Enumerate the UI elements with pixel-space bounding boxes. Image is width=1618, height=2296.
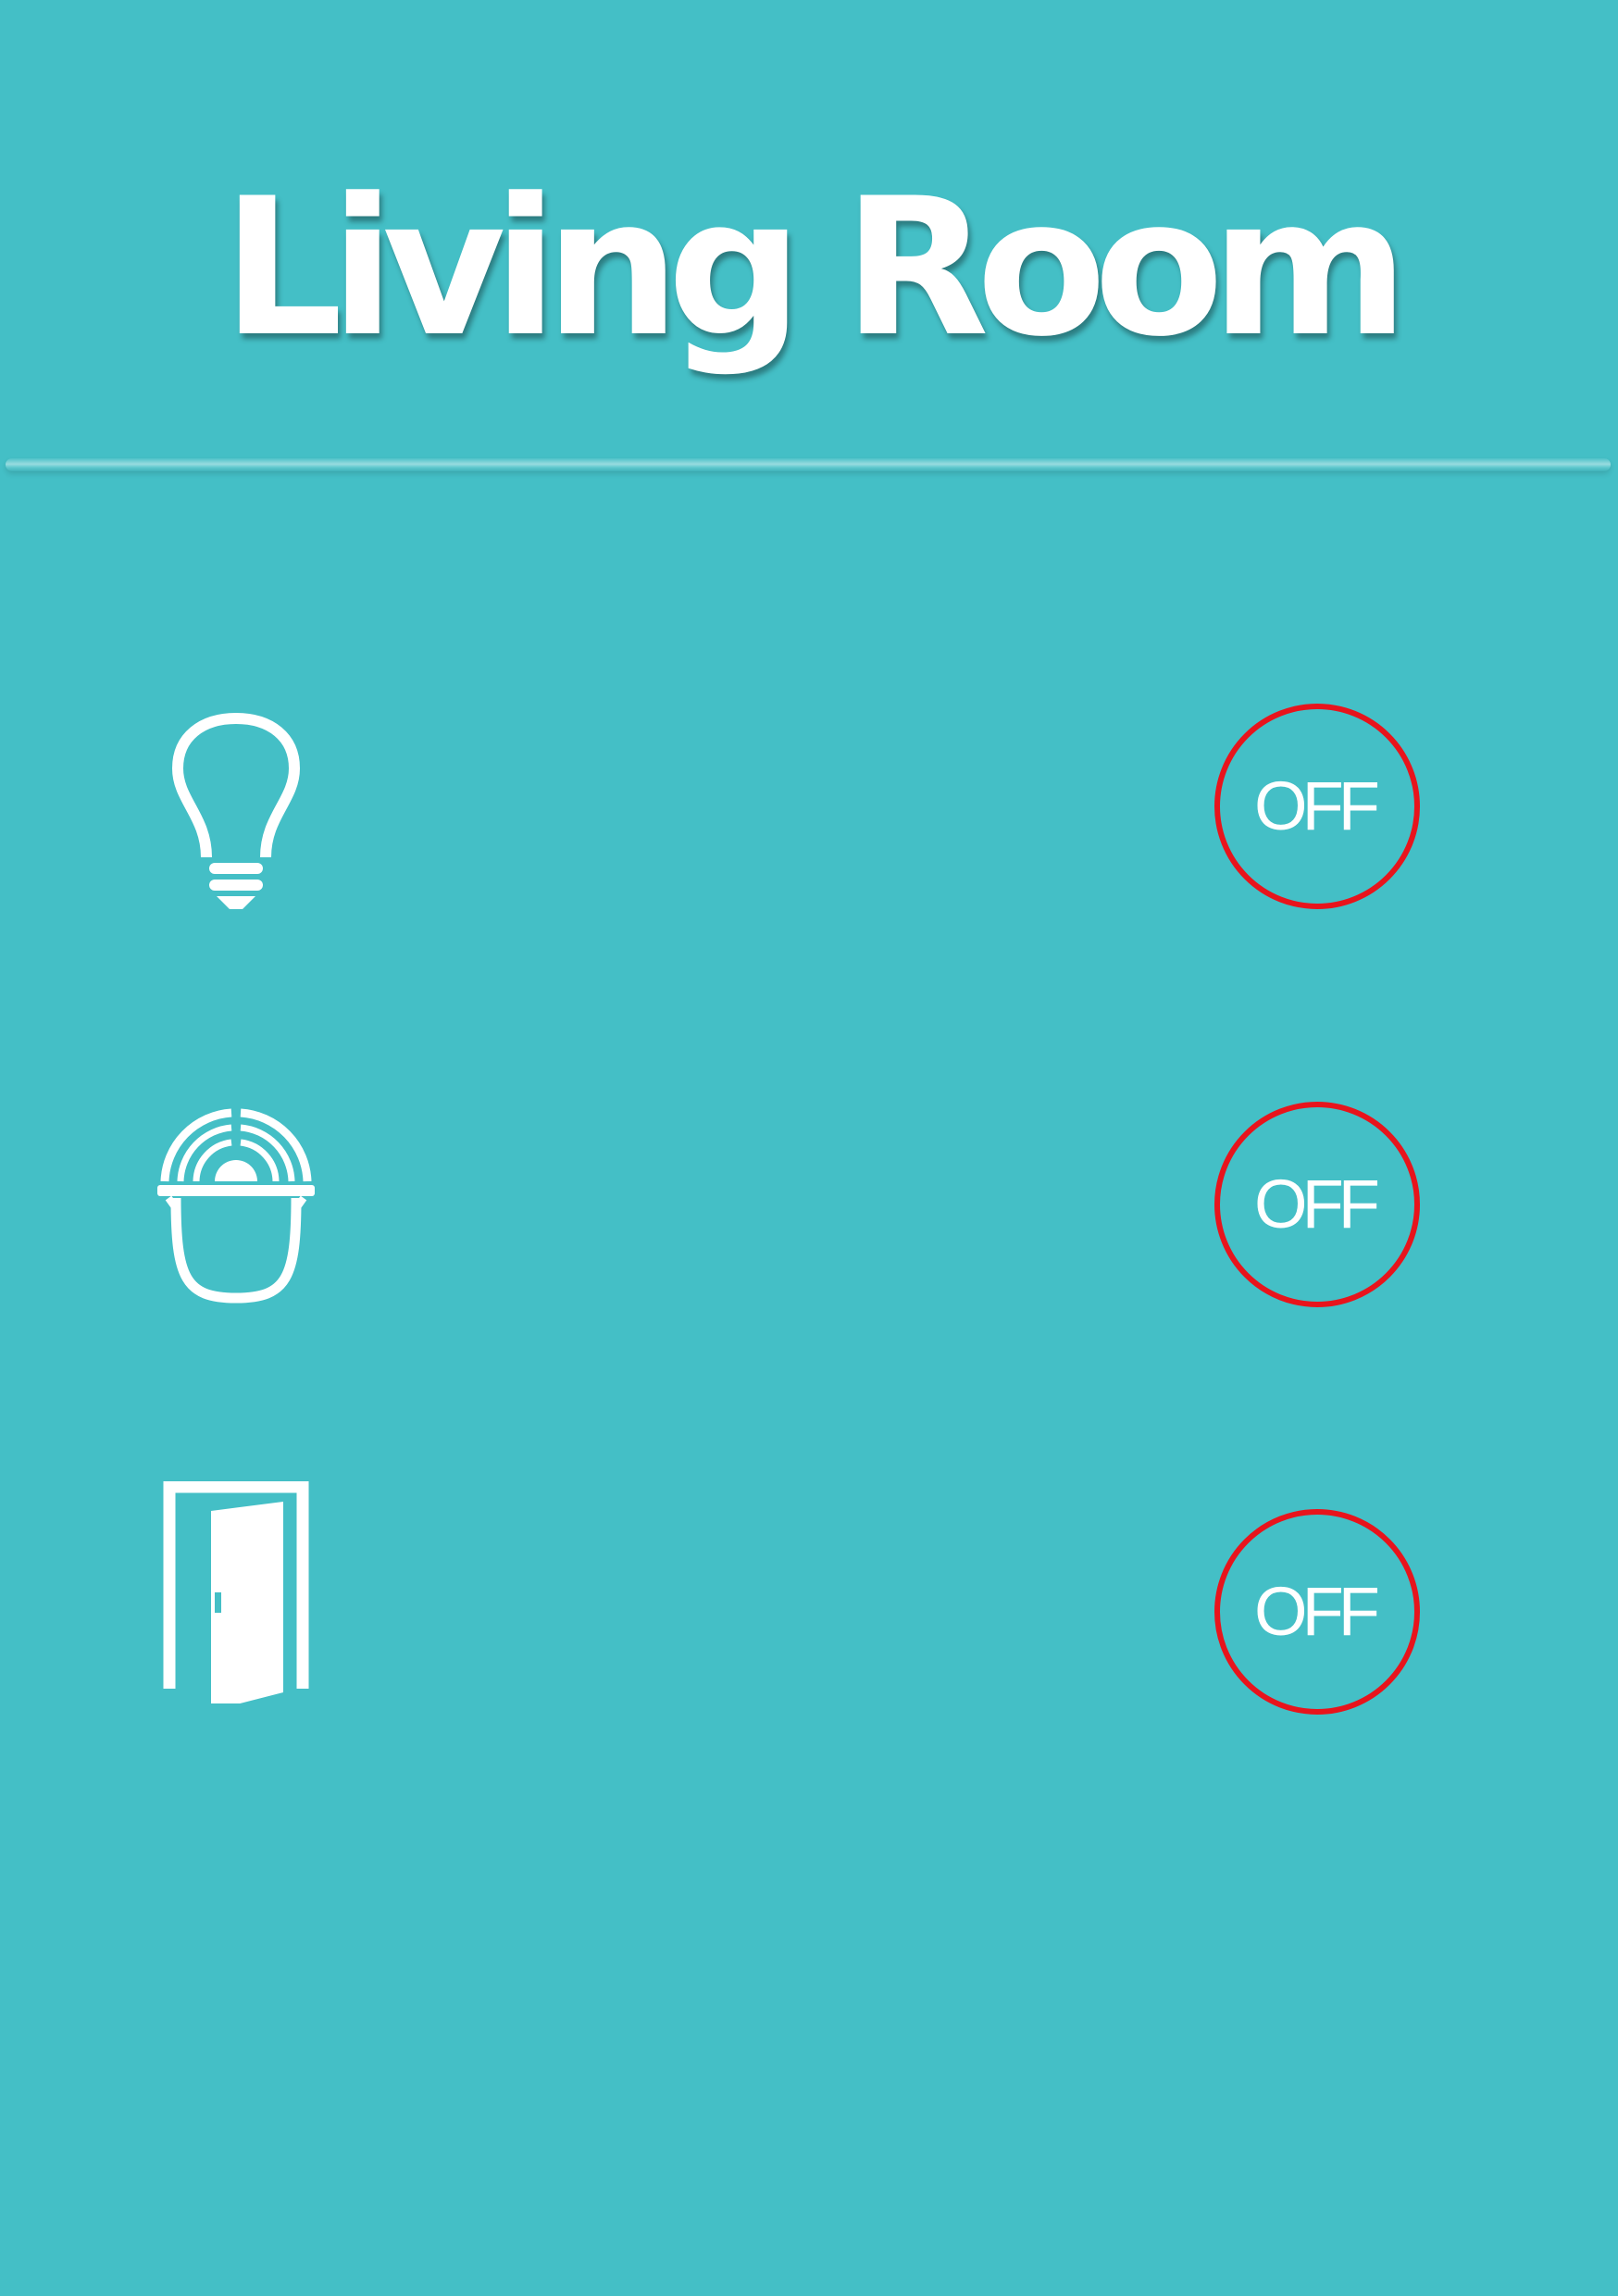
device-row-alarm: OFF: [0, 1102, 1618, 1324]
toggle-state-label: OFF: [1254, 767, 1380, 844]
toggle-state-label: OFF: [1254, 1166, 1380, 1242]
device-row-door: OFF: [0, 1481, 1618, 1715]
device-row-light: OFF: [0, 704, 1618, 926]
door-icon: [148, 1481, 324, 1703]
page-title: Living Room: [222, 158, 1409, 379]
alarm-toggle-button[interactable]: OFF: [1214, 1102, 1420, 1307]
toggle-state-label: OFF: [1254, 1573, 1380, 1650]
header-divider: [6, 458, 1611, 471]
light-toggle-button[interactable]: OFF: [1214, 704, 1420, 909]
door-toggle-button[interactable]: OFF: [1214, 1509, 1420, 1715]
alarm-siren-icon: [148, 1102, 324, 1324]
living-room-screen: Living Room OFF OFF OFF: [0, 0, 1618, 2296]
light-bulb-icon: [148, 704, 324, 926]
